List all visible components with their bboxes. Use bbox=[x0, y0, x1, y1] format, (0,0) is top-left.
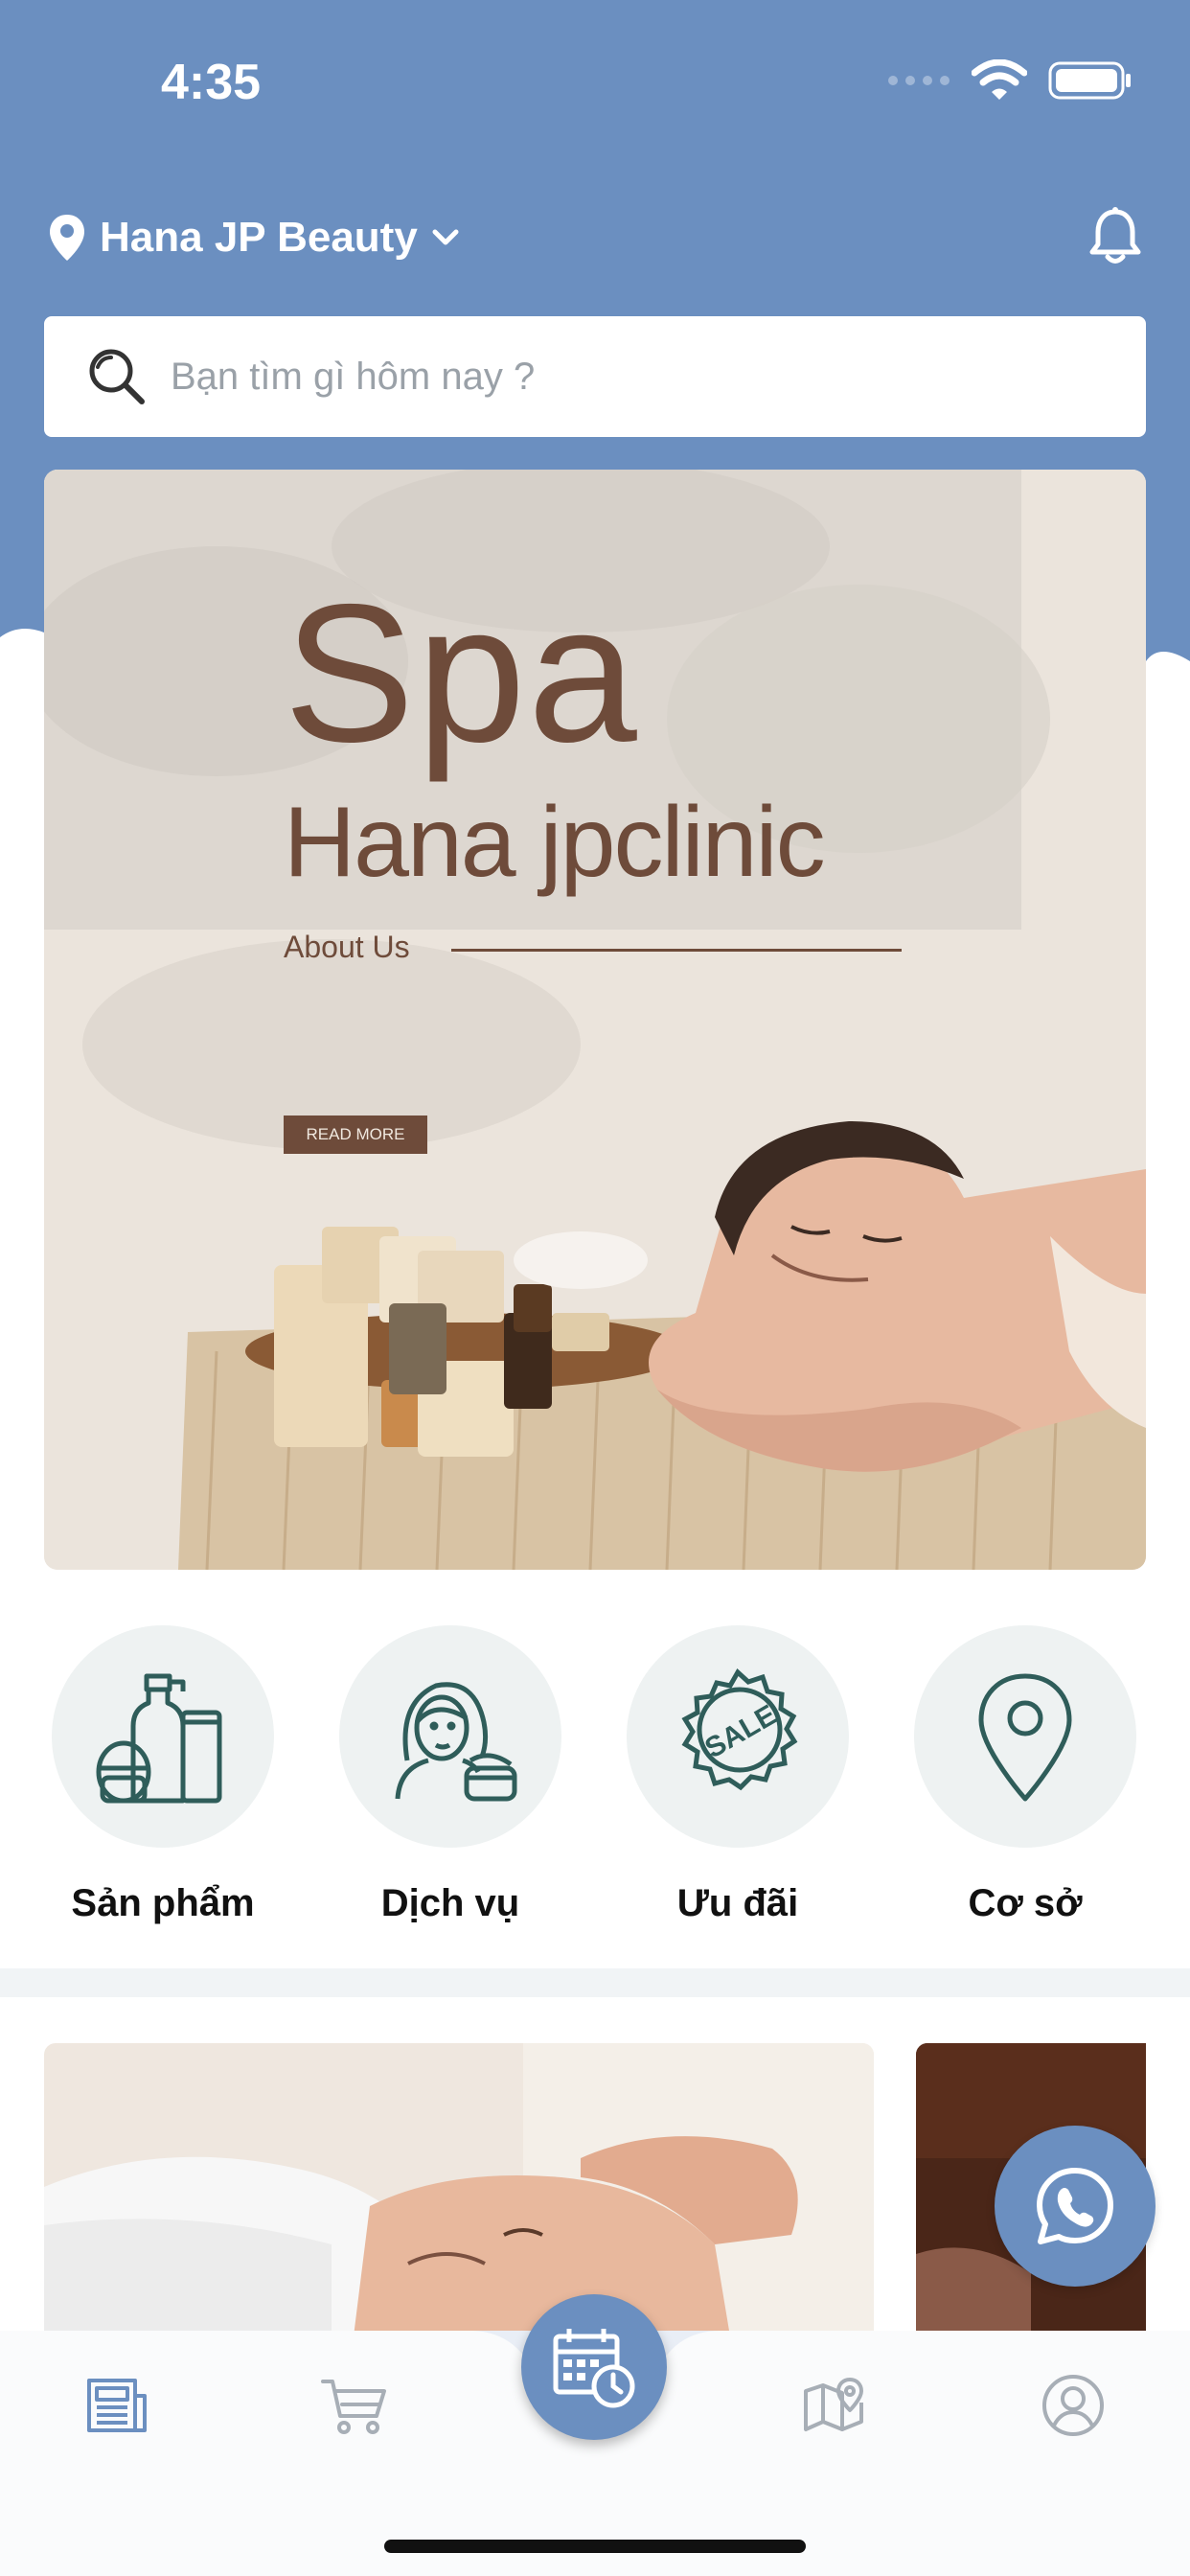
banner-divider bbox=[451, 949, 902, 952]
category-locations[interactable]: Cơ sở bbox=[912, 1625, 1138, 1925]
service-woman-icon bbox=[395, 1682, 517, 1802]
category-offers[interactable]: SALE Ưu đãi bbox=[625, 1625, 851, 1925]
banner-about: About Us bbox=[284, 930, 410, 964]
tab-profile[interactable] bbox=[1035, 2367, 1111, 2444]
tab-news[interactable] bbox=[79, 2367, 155, 2444]
banner-title: Spa bbox=[284, 564, 639, 783]
location-pin-icon bbox=[50, 215, 84, 261]
signal-icon bbox=[888, 76, 950, 85]
map-icon bbox=[804, 2378, 863, 2431]
category-row: Sản phẩm Dịch vụ SALE Ưu đãi Cơ sở bbox=[0, 1625, 1190, 1932]
banner-read-more-button[interactable]: READ MORE bbox=[284, 1116, 427, 1154]
cart-icon bbox=[321, 2380, 386, 2434]
chevron-down-icon bbox=[432, 229, 459, 245]
wifi-icon bbox=[972, 59, 1027, 100]
status-time: 4:35 bbox=[161, 55, 262, 110]
category-label: Dịch vụ bbox=[380, 1882, 520, 1924]
whatsapp-icon bbox=[1037, 2168, 1113, 2244]
section-divider bbox=[0, 1968, 1190, 1997]
booking-button[interactable] bbox=[521, 2294, 667, 2440]
calendar-clock-icon bbox=[553, 2329, 635, 2408]
cosmetics-icon bbox=[96, 1673, 222, 1804]
news-card[interactable] bbox=[44, 2043, 874, 2359]
map-pin-icon bbox=[978, 1673, 1072, 1802]
search-icon bbox=[89, 349, 145, 404]
status-icons bbox=[887, 59, 1133, 102]
category-services[interactable]: Dịch vụ bbox=[337, 1625, 563, 1925]
tab-cart[interactable] bbox=[316, 2367, 393, 2444]
search-bar[interactable] bbox=[44, 316, 1146, 437]
whatsapp-button[interactable] bbox=[995, 2126, 1156, 2287]
notification-bell-icon[interactable] bbox=[1088, 206, 1142, 265]
category-label: Ưu đãi bbox=[676, 1882, 799, 1924]
category-label: Cơ sở bbox=[968, 1882, 1083, 1924]
news-card-image bbox=[44, 2043, 874, 2359]
battery-icon bbox=[1048, 61, 1131, 100]
sale-badge-icon: SALE bbox=[681, 1668, 798, 1791]
news-icon bbox=[87, 2379, 147, 2432]
location-selector[interactable]: Hana JP Beauty bbox=[48, 213, 460, 263]
profile-icon bbox=[1042, 2375, 1104, 2436]
home-indicator bbox=[384, 2540, 806, 2553]
promo-banner[interactable]: Spa Hana jpclinic About Us READ MORE bbox=[44, 470, 1146, 1570]
category-products[interactable]: Sản phẩm bbox=[50, 1625, 276, 1925]
location-name: Hana JP Beauty bbox=[100, 214, 418, 261]
tab-map[interactable] bbox=[795, 2367, 872, 2444]
category-label: Sản phẩm bbox=[71, 1882, 255, 1924]
banner-subtitle: Hana jpclinic bbox=[284, 787, 826, 898]
search-input[interactable] bbox=[169, 354, 1035, 400]
